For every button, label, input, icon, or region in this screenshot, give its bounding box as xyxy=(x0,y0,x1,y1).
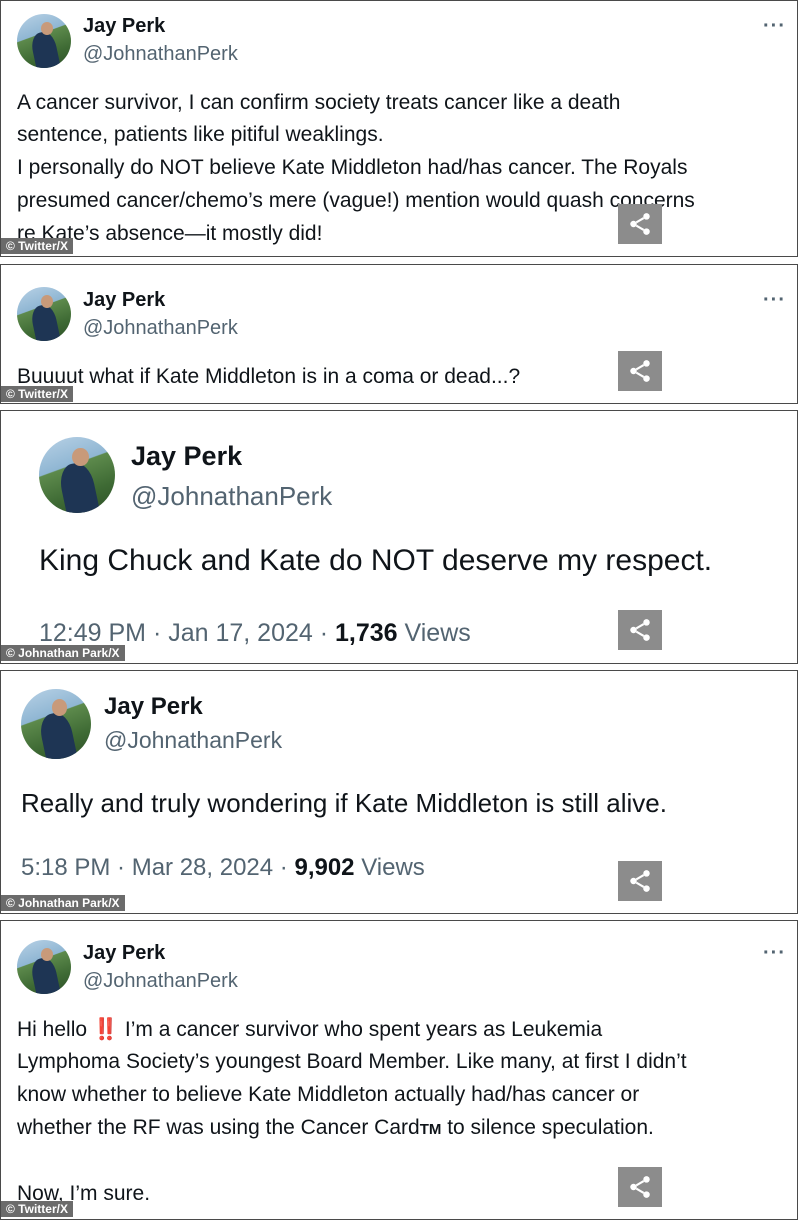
share-icon xyxy=(630,870,650,892)
tweet-text-line: I personally do NOT believe Kate Middlet… xyxy=(17,156,688,179)
photo-credit: © Twitter/X xyxy=(1,386,73,402)
tweet-card-1: Jay Perk @JohnathanPerk ··· A cancer sur… xyxy=(0,0,798,257)
share-icon xyxy=(630,213,650,235)
views-count: 1,736 xyxy=(335,619,398,647)
more-options-icon[interactable]: ··· xyxy=(763,15,786,38)
share-button[interactable] xyxy=(618,204,662,244)
tweet-text-line: sentence, patients like pitiful weakling… xyxy=(17,123,384,146)
tweet-text-line: Lymphoma Society’s youngest Board Member… xyxy=(17,1050,687,1073)
display-name[interactable]: Jay Perk xyxy=(83,942,165,965)
views-label: Views xyxy=(397,619,471,647)
handle[interactable]: @JohnathanPerk xyxy=(131,481,332,512)
tweet-card-2: Jay Perk @JohnathanPerk ··· Buuuut what … xyxy=(0,264,798,404)
avatar[interactable] xyxy=(17,940,71,994)
tweet-card-3: Jay Perk @JohnathanPerk King Chuck and K… xyxy=(0,410,798,664)
photo-credit: © Twitter/X xyxy=(1,1201,73,1217)
tweet-text-line: Hi hello ‼️ I’m a cancer survivor who sp… xyxy=(17,1018,602,1042)
more-options-icon[interactable]: ··· xyxy=(763,942,786,965)
share-button[interactable] xyxy=(618,351,662,391)
avatar[interactable] xyxy=(39,437,115,513)
views-label: Views xyxy=(354,854,425,881)
tweet-text-line: know whether to believe Kate Middleton a… xyxy=(17,1083,640,1106)
display-name[interactable]: Jay Perk xyxy=(131,441,242,472)
more-options-icon[interactable]: ··· xyxy=(763,289,786,312)
tweet-timestamp-views: 12:49 PM · Jan 17, 2024 · 1,736 Views xyxy=(39,619,471,648)
views-count: 9,902 xyxy=(294,854,355,881)
share-button[interactable] xyxy=(618,610,662,650)
tweet-text-line: A cancer survivor, I can confirm society… xyxy=(17,91,621,114)
display-name[interactable]: Jay Perk xyxy=(104,693,203,721)
photo-credit: © Johnathan Park/X xyxy=(1,645,125,661)
share-icon xyxy=(630,619,650,641)
timestamp[interactable]: 12:49 PM · Jan 17, 2024 · xyxy=(39,619,335,647)
avatar[interactable] xyxy=(17,14,71,68)
tweet-text: King Chuck and Kate do NOT deserve my re… xyxy=(39,544,713,577)
avatar[interactable] xyxy=(17,287,71,341)
share-icon xyxy=(630,360,650,382)
avatar[interactable] xyxy=(21,689,91,759)
display-name[interactable]: Jay Perk xyxy=(83,289,165,312)
double-exclamation-icon: ‼️ xyxy=(92,1018,120,1041)
text-segment: I’m a cancer survivor who spent years as… xyxy=(119,1018,603,1041)
handle[interactable]: @JohnathanPerk xyxy=(83,317,238,340)
handle[interactable]: @JohnathanPerk xyxy=(83,970,238,993)
handle[interactable]: @JohnathanPerk xyxy=(104,727,282,754)
tweet-text-line: Buuuut what if Kate Middleton is in a co… xyxy=(17,365,521,388)
share-icon xyxy=(630,1176,650,1198)
display-name[interactable]: Jay Perk xyxy=(83,15,165,38)
share-button[interactable] xyxy=(618,861,662,901)
text-segment: Hi hello xyxy=(17,1018,93,1041)
photo-credit: © Johnathan Park/X xyxy=(1,895,125,911)
timestamp[interactable]: 5:18 PM · Mar 28, 2024 · xyxy=(21,854,294,881)
tweet-text-line: whether the RF was using the Cancer Card… xyxy=(17,1116,654,1140)
tweet-text-line: presumed cancer/chemo’s mere (vague!) me… xyxy=(17,189,695,212)
tweet-card-4: Jay Perk @JohnathanPerk Really and truly… xyxy=(0,670,798,914)
photo-credit: © Twitter/X xyxy=(1,238,73,254)
text-segment: whether the RF was using the Cancer Card xyxy=(17,1116,420,1139)
tweet-card-5: Jay Perk @JohnathanPerk ··· Hi hello ‼️ … xyxy=(0,920,798,1220)
share-button[interactable] xyxy=(618,1167,662,1207)
tweet-timestamp-views: 5:18 PM · Mar 28, 2024 · 9,902 Views xyxy=(21,854,425,882)
trademark-symbol: TM xyxy=(419,1121,442,1138)
handle[interactable]: @JohnathanPerk xyxy=(83,43,238,66)
tweet-text: Really and truly wondering if Kate Middl… xyxy=(21,788,667,818)
text-segment: to silence speculation. xyxy=(441,1116,654,1139)
